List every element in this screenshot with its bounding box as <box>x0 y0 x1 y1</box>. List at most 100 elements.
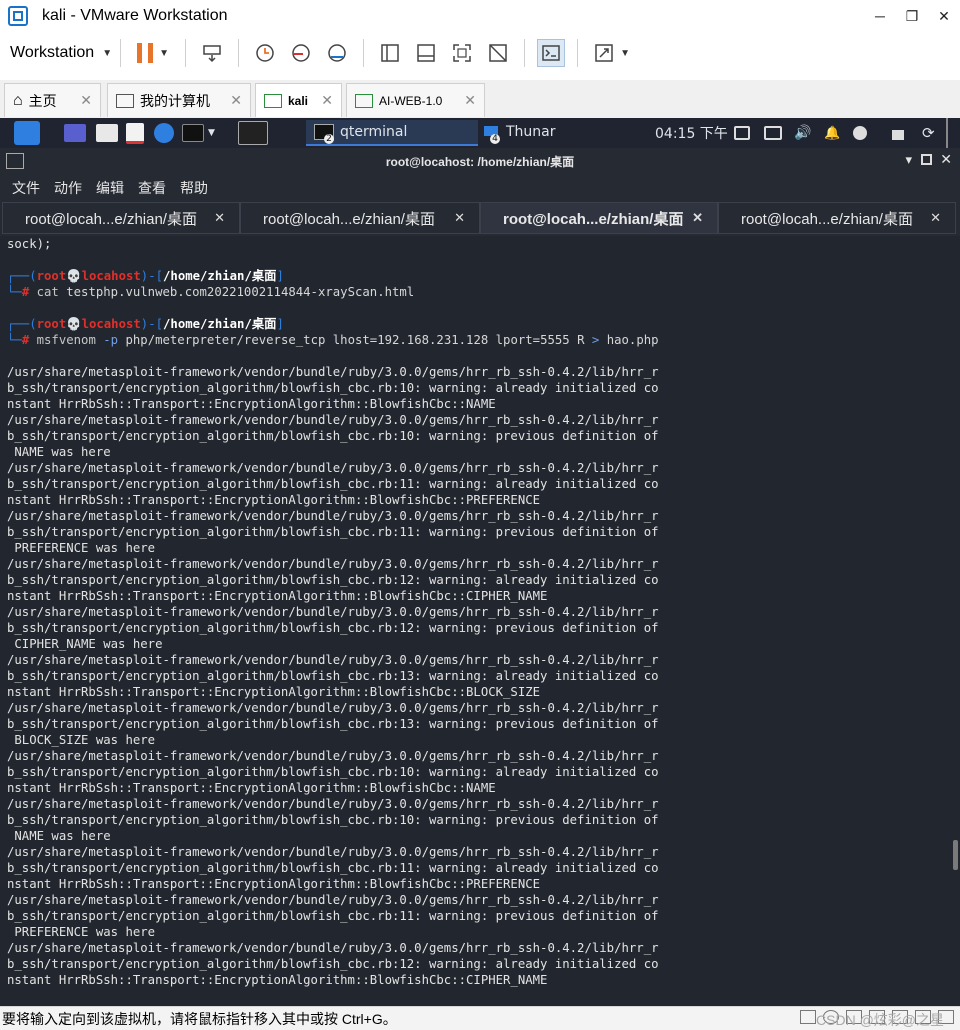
output-line: nstant HrrRbSsh::Transport::EncryptionAl… <box>7 397 496 411</box>
task-thunar[interactable]: 4 Thunar <box>478 120 628 146</box>
show-desktop-button[interactable] <box>64 118 86 148</box>
command-output: /usr/share/metasploit-framework/vendor/b… <box>7 365 659 987</box>
close-tab-icon[interactable]: ✕ <box>454 210 465 226</box>
file-manager-launcher[interactable] <box>96 118 118 148</box>
show-library-button[interactable] <box>376 39 404 67</box>
send-ctrl-alt-del-button[interactable] <box>198 39 226 67</box>
unity-mode-button[interactable] <box>484 39 512 67</box>
tab-kali[interactable]: kali ✕ <box>255 83 342 117</box>
fullscreen-icon <box>453 44 471 62</box>
notifications-bell-icon[interactable]: 🔔 <box>824 118 840 148</box>
power-manager-icon[interactable] <box>853 118 867 148</box>
maximize-button[interactable]: ❐ <box>896 0 928 32</box>
command-name: msfvenom <box>36 333 96 347</box>
terminal-window-title: root@locahost: /home/zhian/桌面 <box>385 155 575 169</box>
output-line: /usr/share/metasploit-framework/vendor/b… <box>7 749 659 763</box>
task-qterminal[interactable]: 2 qterminal <box>306 120 478 146</box>
screen-icon[interactable] <box>734 118 750 148</box>
output-line: NAME was here <box>14 445 111 459</box>
workspace-switcher[interactable] <box>238 118 268 148</box>
console-icon <box>542 45 560 61</box>
minimize-button[interactable]: ▾ <box>905 152 912 168</box>
terminal-tab[interactable]: root@locah...e/zhian/桌面 ✕ <box>718 202 956 234</box>
close-tab-icon[interactable]: ✕ <box>321 92 333 109</box>
menu-file[interactable]: 文件 <box>12 178 40 198</box>
chevron-down-icon: ▼ <box>102 47 113 59</box>
hard-disk-icon[interactable] <box>800 1010 816 1024</box>
output-line: /usr/share/metasploit-framework/vendor/b… <box>7 461 659 475</box>
home-icon: ⌂ <box>13 91 23 109</box>
output-line: /usr/share/metasploit-framework/vendor/b… <box>7 893 659 907</box>
workstation-menu-button[interactable]: Workstation ▼ <box>10 44 112 62</box>
panel-clock[interactable]: 04:15 下午 <box>655 118 728 148</box>
output-line: PREFERENCE was here <box>14 925 156 939</box>
tab-ai-web[interactable]: AI-WEB-1.0 ✕ <box>346 83 485 117</box>
kali-menu-button[interactable] <box>14 118 40 148</box>
close-tab-icon[interactable]: ✕ <box>214 210 225 226</box>
output-line: nstant HrrRbSsh::Transport::EncryptionAl… <box>7 781 496 795</box>
vmware-logo-icon <box>8 6 28 26</box>
task-label: qterminal <box>340 124 408 140</box>
revert-snapshot-button[interactable] <box>287 39 315 67</box>
prompt-host: locahost <box>81 269 141 283</box>
full-screen-button[interactable] <box>448 39 476 67</box>
output-line: b_ssh/transport/encryption_algorithm/blo… <box>7 957 659 971</box>
vmware-statusbar: 要将输入定向到该虚拟机，请将鼠标指针移入其中或按 Ctrl+G。 CSDN @炫… <box>0 1006 960 1030</box>
close-tab-icon[interactable]: ✕ <box>230 92 242 109</box>
output-line: b_ssh/transport/encryption_algorithm/blo… <box>7 381 659 395</box>
chevron-down-icon: ▼ <box>159 47 170 59</box>
sidebar-layout-icon <box>381 44 399 62</box>
terminal-titlebar: root@locahost: /home/zhian/桌面 ▾ ✕ <box>0 148 960 174</box>
thumbnail-bar-button[interactable] <box>412 39 440 67</box>
terminal-output[interactable]: sock); ┌──(root💀locahost)-[/home/zhian/桌… <box>0 236 952 1006</box>
terminal-scrollbar[interactable] <box>952 236 960 1006</box>
terminal-tab-label: root@locah...e/zhian/桌面 <box>741 210 913 228</box>
revert-clock-icon <box>292 44 310 62</box>
scrollbar-thumb[interactable] <box>953 840 958 870</box>
take-snapshot-button[interactable] <box>251 39 279 67</box>
tab-my-computer[interactable]: 我的计算机 ✕ <box>107 83 251 117</box>
close-tab-icon[interactable]: ✕ <box>464 92 476 109</box>
menu-view[interactable]: 查看 <box>138 178 166 198</box>
keyboard-icon[interactable] <box>764 118 782 148</box>
terminal-icon <box>182 124 204 142</box>
close-tab-icon[interactable]: ✕ <box>692 210 703 226</box>
close-button[interactable]: ✕ <box>940 151 952 168</box>
console-view-button[interactable] <box>537 39 566 67</box>
vm-running-icon <box>264 93 282 108</box>
minimize-button[interactable]: ─ <box>864 0 896 32</box>
pause-icon <box>137 43 154 63</box>
stretch-icon <box>595 44 613 62</box>
terminal-tab[interactable]: root@locah...e/zhian/桌面 ✕ <box>2 202 240 234</box>
close-tab-icon[interactable]: ✕ <box>930 210 941 226</box>
menu-help[interactable]: 帮助 <box>180 178 208 198</box>
text-editor-launcher[interactable] <box>126 118 144 148</box>
menu-edit[interactable]: 编辑 <box>96 178 124 198</box>
output-line: /usr/share/metasploit-framework/vendor/b… <box>7 941 659 955</box>
tab-home[interactable]: ⌂ 主页 ✕ <box>4 83 101 117</box>
folder-icon <box>96 124 118 142</box>
stretch-guest-button[interactable]: ▼ <box>590 39 634 67</box>
logout-icon[interactable]: ⟳ <box>922 118 935 148</box>
lock-screen-icon[interactable] <box>892 118 904 148</box>
terminal-tab-active[interactable]: root@locah...e/zhian/桌面 ✕ <box>480 202 718 234</box>
menu-action[interactable]: 动作 <box>54 178 82 198</box>
skull-icon: 💀 <box>66 269 82 283</box>
command-output-file: hao.php <box>599 333 659 347</box>
chevron-down-icon: ▼ <box>620 47 631 59</box>
pause-vm-button[interactable]: ▼ <box>133 39 173 67</box>
volume-icon[interactable]: 🔊 <box>794 118 811 148</box>
status-message: 要将输入定向到该虚拟机，请将鼠标指针移入其中或按 Ctrl+G。 <box>2 1010 397 1027</box>
close-tab-icon[interactable]: ✕ <box>80 92 92 109</box>
terminal-launcher[interactable]: ▼ <box>182 118 215 148</box>
close-button[interactable]: ✕ <box>928 0 960 32</box>
csdn-watermark: CSDN @炫彩@之星 <box>816 1012 944 1028</box>
prompt-dir: /home/zhian/桌面 <box>163 269 277 283</box>
maximize-button[interactable] <box>921 154 932 165</box>
output-line: NAME was here <box>14 829 111 843</box>
output-line: nstant HrrRbSsh::Transport::EncryptionAl… <box>7 877 541 891</box>
monitor-icon <box>116 93 134 108</box>
terminal-tab[interactable]: root@locah...e/zhian/桌面 ✕ <box>240 202 480 234</box>
snapshot-manager-button[interactable] <box>323 39 351 67</box>
browser-launcher[interactable] <box>154 118 174 148</box>
